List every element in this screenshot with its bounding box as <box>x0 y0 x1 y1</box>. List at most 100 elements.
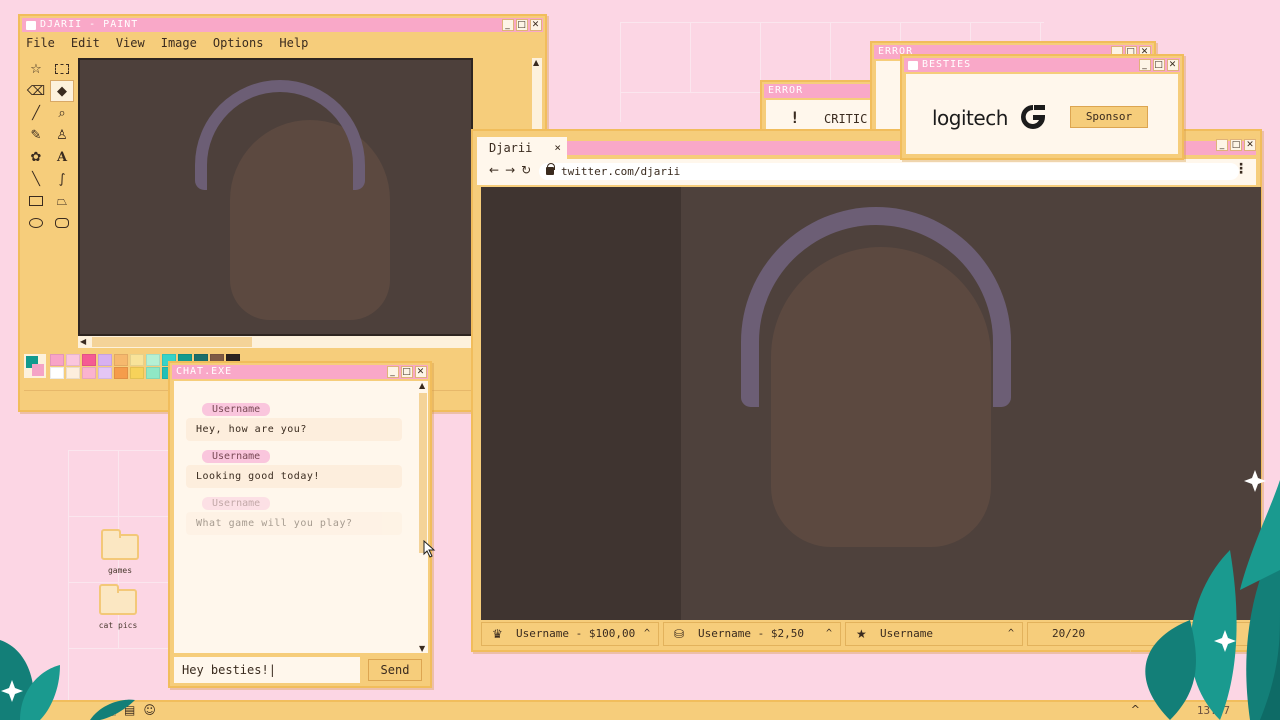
smiley-icon[interactable]: ☺ <box>143 703 156 720</box>
scroll-up-icon[interactable]: ▲ <box>419 381 425 390</box>
chat-username[interactable]: Username <box>202 497 271 510</box>
menu-help[interactable]: Help <box>277 36 310 50</box>
latest-follower[interactable]: ★ Username ^ <box>845 622 1023 646</box>
chat-scroll-thumb[interactable] <box>419 393 427 553</box>
top-donation[interactable]: ♛ Username - $100,00 ^ <box>481 622 659 646</box>
chat-input[interactable]: Hey besties!| <box>174 657 360 683</box>
menu-options[interactable]: Options <box>211 36 266 50</box>
color-swatch[interactable] <box>114 367 128 379</box>
close-button[interactable]: ✕ <box>415 366 427 378</box>
star-icon: ★ <box>856 627 867 641</box>
webcam-blur-headphones <box>195 80 365 190</box>
paint-titlebar[interactable]: DJARII - PAINT _ □ ✕ <box>22 18 543 32</box>
curve-icon[interactable]: ∫ <box>50 168 74 190</box>
scroll-thumb[interactable] <box>92 337 252 347</box>
minimize-button[interactable]: _ <box>1139 59 1151 71</box>
color-swatch[interactable] <box>82 354 96 366</box>
minimize-button[interactable]: _ <box>502 19 514 31</box>
color-swatch[interactable] <box>50 354 64 366</box>
chat-messages: Username Hey, how are you? Username Look… <box>174 381 418 653</box>
magnifier-icon[interactable]: ⌕ <box>50 102 74 124</box>
ellipse-icon[interactable] <box>24 212 48 234</box>
scroll-up-icon[interactable]: ▲ <box>533 58 539 67</box>
webcam-blur-background <box>481 187 681 620</box>
url-text: twitter.com/djarii <box>561 165 681 178</box>
close-button[interactable]: ✕ <box>1244 139 1256 151</box>
chevron-up-icon[interactable]: ^ <box>644 623 650 645</box>
polygon-icon[interactable]: ⏢ <box>50 190 74 212</box>
chat-username[interactable]: Username <box>202 450 271 463</box>
url-bar[interactable]: twitter.com/djarii <box>539 163 1239 180</box>
plant-decoration-right <box>1130 470 1280 720</box>
chat-text: Hey, how are you? <box>186 418 402 441</box>
paint-title: DJARII - PAINT <box>40 19 139 30</box>
rect-select-icon[interactable] <box>50 58 74 80</box>
paint-canvas[interactable] <box>78 58 473 336</box>
maximize-button[interactable]: □ <box>1230 139 1242 151</box>
minimize-button[interactable]: _ <box>387 366 399 378</box>
maximize-button[interactable]: □ <box>516 19 528 31</box>
pencil-icon[interactable]: ✎ <box>24 124 48 146</box>
close-button[interactable]: ✕ <box>530 19 542 31</box>
fill-bucket-icon[interactable]: ◆ <box>50 80 74 102</box>
brush-icon[interactable]: ♙ <box>50 124 74 146</box>
chat-message: Username Hey, how are you? <box>186 397 402 441</box>
sponsor-button[interactable]: Sponsor <box>1070 106 1148 128</box>
more-menu-icon[interactable]: ⋮ <box>1234 161 1248 177</box>
airbrush-icon[interactable]: ✿ <box>24 146 48 168</box>
maximize-button[interactable]: □ <box>1153 59 1165 71</box>
chat-window: CHAT.EXE _ □ ✕ Username Hey, how are you… <box>168 361 432 688</box>
tab-label: Djarii <box>489 141 533 155</box>
active-colors[interactable] <box>24 354 46 378</box>
color-swatch[interactable] <box>82 367 96 379</box>
minimize-button[interactable]: _ <box>1216 139 1228 151</box>
chat-message: Username What game will you play? <box>186 491 402 535</box>
paint-horizontal-scrollbar[interactable]: ◀ <box>78 336 473 348</box>
color-swatch[interactable] <box>66 354 80 366</box>
color-picker-icon[interactable]: ╱ <box>24 102 48 124</box>
rectangle-icon[interactable] <box>24 190 48 212</box>
text-caret: | <box>268 663 276 677</box>
besties-window: BESTIES _ □ ✕ logitech Sponsor <box>900 54 1184 160</box>
error-titlebar[interactable]: ERROR <box>764 84 880 98</box>
menu-edit[interactable]: Edit <box>69 36 102 50</box>
text-tool-icon[interactable]: A <box>50 146 74 168</box>
color-swatch[interactable] <box>130 367 144 379</box>
tab-close-icon[interactable]: × <box>554 137 561 159</box>
color-swatch[interactable] <box>98 354 112 366</box>
chat-titlebar[interactable]: CHAT.EXE _ □ ✕ <box>172 365 428 379</box>
chevron-up-icon[interactable]: ^ <box>1008 623 1014 645</box>
menu-view[interactable]: View <box>114 36 147 50</box>
color-swatch[interactable] <box>146 354 160 366</box>
chevron-up-icon[interactable]: ^ <box>826 623 832 645</box>
color-swatch[interactable] <box>114 354 128 366</box>
scroll-down-icon[interactable]: ▼ <box>419 644 425 653</box>
forward-icon[interactable]: → <box>505 163 515 177</box>
send-button[interactable]: Send <box>368 659 422 681</box>
browser-tab[interactable]: Djarii × <box>477 137 567 159</box>
back-icon[interactable]: ← <box>489 163 499 177</box>
desktop-icon-games[interactable]: games <box>90 529 150 575</box>
color-swatch[interactable] <box>146 367 160 379</box>
besties-titlebar[interactable]: BESTIES _ □ ✕ <box>904 58 1180 72</box>
close-button[interactable]: ✕ <box>1167 59 1179 71</box>
chat-scrollbar[interactable]: ▲ ▼ <box>418 381 428 653</box>
scroll-left-icon[interactable]: ◀ <box>80 337 86 346</box>
color-swatch[interactable] <box>66 367 80 379</box>
reload-icon[interactable]: ↻ <box>521 163 531 177</box>
paint-menubar: File Edit View Image Options Help <box>24 36 310 50</box>
line-icon[interactable]: ╲ <box>24 168 48 190</box>
eraser-icon[interactable]: ⌫ <box>24 80 48 102</box>
color-swatch[interactable] <box>98 367 112 379</box>
free-select-icon[interactable]: ☆ <box>24 58 48 80</box>
rounded-rect-icon[interactable] <box>50 212 74 234</box>
chat-username[interactable]: Username <box>202 403 271 416</box>
color-swatch[interactable] <box>50 367 64 379</box>
maximize-button[interactable]: □ <box>401 366 413 378</box>
webcam-blur-headphones <box>741 207 1011 407</box>
menu-file[interactable]: File <box>24 36 57 50</box>
background-color[interactable] <box>32 364 44 376</box>
color-swatch[interactable] <box>130 354 144 366</box>
menu-image[interactable]: Image <box>159 36 199 50</box>
latest-donation[interactable]: ⛁ Username - $2,50 ^ <box>663 622 841 646</box>
